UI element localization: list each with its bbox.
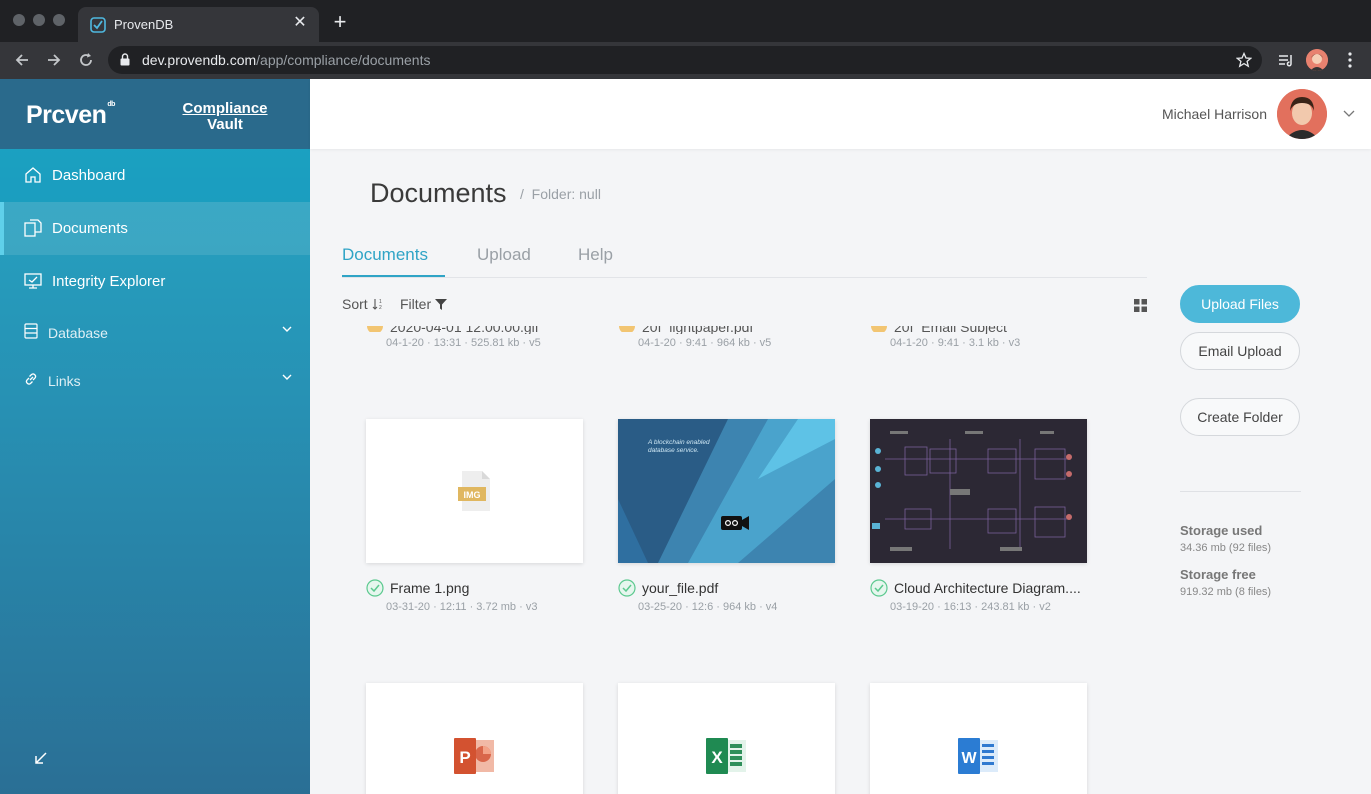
database-icon	[24, 323, 38, 339]
verified-check-icon	[366, 579, 384, 597]
upload-files-button[interactable]: Upload Files	[1180, 285, 1300, 323]
media-queue-icon[interactable]	[1276, 50, 1296, 70]
documents-icon	[24, 219, 42, 237]
new-tab-icon[interactable]: +	[330, 11, 350, 33]
word-icon: W	[958, 738, 998, 774]
sort-icon: 1 2	[372, 299, 382, 311]
provendb-logo[interactable]: Prcvendb	[26, 101, 115, 130]
sidebar: Prcvendb Compliance Vault Dashboard Docu…	[0, 79, 310, 794]
verified-check-icon	[870, 579, 888, 597]
verified-check-icon	[871, 326, 887, 332]
top-header: Michael Harrison	[310, 79, 1371, 149]
browser-tab-title: ProvenDB	[114, 17, 174, 32]
pdf-preview-graphic: A blockchain enabled database service.	[618, 419, 835, 563]
window-close-dot[interactable]	[13, 14, 25, 26]
verified-check-icon	[618, 579, 636, 597]
forward-arrow-icon[interactable]	[44, 50, 64, 70]
file-thumbnail-powerpoint[interactable]: P	[366, 683, 583, 794]
close-tab-icon[interactable]: ✕	[291, 14, 309, 32]
filter-funnel-icon	[435, 299, 448, 310]
sidebar-item-database[interactable]: Database	[0, 310, 310, 354]
file-meta: 03-25-20 · 12:6 · 964 kb · v4	[638, 601, 778, 613]
tab-documents[interactable]: Documents	[342, 245, 428, 265]
file-thumbnail-frame[interactable]: IMG	[366, 419, 583, 563]
collapse-sidebar-icon[interactable]	[34, 751, 48, 765]
sidebar-header: Prcvendb Compliance Vault	[0, 79, 310, 149]
link-icon	[25, 373, 37, 385]
file-thumbnail-diagram[interactable]	[870, 419, 1087, 563]
lock-icon	[120, 53, 130, 66]
browser-menu-icon[interactable]	[1340, 50, 1360, 70]
window-maximize-dot[interactable]	[53, 14, 65, 26]
window-minimize-dot[interactable]	[33, 14, 45, 26]
file-meta: 03-31-20 · 12:11 · 3.72 mb · v3	[386, 601, 538, 613]
address-bar[interactable]: dev.provendb.com/app/compliance/document…	[108, 46, 1262, 74]
sort-control[interactable]: Sort 1 2	[342, 296, 384, 312]
powerpoint-icon: P	[454, 738, 494, 774]
browser-tab[interactable]: ProvenDB ✕	[78, 7, 319, 42]
chevron-down-icon[interactable]	[282, 324, 292, 334]
breadcrumb: / Folder: null	[520, 186, 601, 202]
storage-used-label: Storage used	[1180, 523, 1263, 538]
url-text: dev.provendb.com/app/compliance/document…	[142, 52, 431, 68]
grid-view-icon[interactable]	[1134, 299, 1147, 312]
monitor-check-icon	[24, 273, 42, 289]
user-face-icon	[1277, 89, 1327, 139]
file-thumbnail-excel[interactable]: X	[618, 683, 835, 794]
storage-used-value: 34.36 mb (92 files)	[1180, 542, 1272, 554]
profile-face-icon	[1306, 49, 1328, 71]
sidebar-item-dashboard[interactable]: Dashboard	[0, 149, 310, 202]
tab-upload[interactable]: Upload	[477, 245, 531, 265]
file-thumbnail-pdf[interactable]: A blockchain enabled database service.	[618, 419, 835, 563]
browser-toolbar: dev.provendb.com/app/compliance/document…	[0, 42, 1371, 79]
panel-divider	[1180, 491, 1301, 492]
bookmark-star-icon[interactable]	[1236, 52, 1252, 68]
user-avatar[interactable]	[1277, 89, 1327, 139]
reload-icon[interactable]	[76, 50, 96, 70]
excel-icon: X	[706, 738, 746, 774]
active-tab-indicator	[342, 275, 445, 277]
compliance-vault-logo: Compliance Vault	[182, 100, 268, 133]
page-title: Documents	[370, 178, 507, 208]
storage-free-value: 919.32 mb (8 files)	[1180, 586, 1272, 598]
back-arrow-icon[interactable]	[12, 50, 32, 70]
sidebar-item-documents[interactable]: Documents	[0, 202, 310, 255]
filter-control[interactable]: Filter	[400, 296, 448, 312]
chevron-down-icon[interactable]	[282, 372, 292, 382]
file-thumbnail-word[interactable]: W	[870, 683, 1087, 794]
verified-check-icon	[367, 326, 383, 332]
browser-chrome: ProvenDB ✕ + dev.provendb.com/app/compli…	[0, 0, 1371, 79]
image-file-icon: IMG	[458, 471, 490, 511]
verified-check-icon	[619, 326, 635, 332]
user-menu-chevron-icon[interactable]	[1343, 109, 1355, 119]
file-meta: 03-19-20 · 16:13 · 243.81 kb · v2	[890, 601, 1051, 613]
svg-text:W: W	[961, 750, 977, 767]
email-upload-button[interactable]: Email Upload	[1180, 332, 1300, 370]
svg-text:database service.: database service.	[648, 447, 699, 454]
create-folder-button[interactable]: Create Folder	[1180, 398, 1300, 436]
svg-text:A blockchain enabled: A blockchain enabled	[647, 439, 710, 446]
file-name[interactable]: Cloud Architecture Diagram....	[894, 580, 1081, 596]
provendb-favicon-icon	[90, 17, 106, 33]
file-name[interactable]: Frame 1.png	[390, 580, 469, 596]
tab-help[interactable]: Help	[578, 245, 613, 265]
svg-text:X: X	[711, 748, 723, 767]
file-name[interactable]: your_file.pdf	[642, 580, 718, 596]
document-tabs: Documents Upload Help	[342, 238, 1147, 278]
sidebar-item-links[interactable]: Links	[0, 358, 310, 402]
video-camera-icon	[721, 516, 749, 530]
svg-text:IMG: IMG	[464, 490, 481, 500]
browser-tab-bar: ProvenDB ✕ +	[0, 0, 1371, 42]
architecture-diagram-preview	[870, 419, 1087, 563]
home-icon	[25, 167, 41, 183]
svg-text:2: 2	[379, 305, 382, 310]
user-name[interactable]: Michael Harrison	[1162, 106, 1267, 122]
sidebar-item-integrity-explorer[interactable]: Integrity Explorer	[0, 255, 310, 308]
svg-text:P: P	[459, 748, 470, 767]
profile-avatar[interactable]	[1306, 49, 1328, 71]
storage-free-label: Storage free	[1180, 567, 1256, 582]
